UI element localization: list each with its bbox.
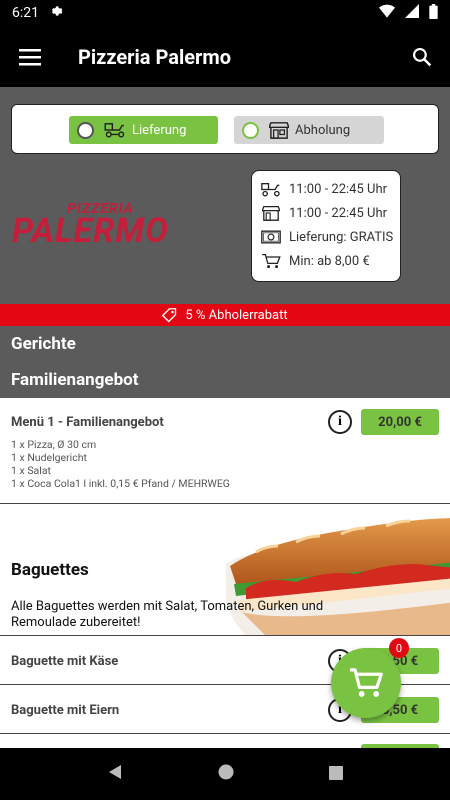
delivery-label: Lieferung (132, 122, 187, 138)
order-mode-toggle: Lieferung Abholung (11, 104, 439, 154)
pickup-label: Abholung (295, 122, 351, 138)
price-tag-icon (162, 307, 177, 323)
item-description: 1 x Pizza, Ø 30 cm 1 x Nudelgericht 1 x … (11, 438, 230, 490)
info-pickup-hours: 11:00 - 22:45 Uhr (260, 201, 400, 225)
section-family-offer[interactable]: Familienangebot (0, 362, 450, 398)
store-icon (260, 205, 282, 221)
discount-banner: 5 % Abholerrabatt (0, 304, 450, 326)
delivery-fee-text: Lieferung: GRATIS (289, 229, 394, 245)
menu-item-partial[interactable] (0, 734, 450, 748)
radio-delivery[interactable] (77, 121, 94, 139)
delivery-hours-text: 11:00 - 22:45 Uhr (289, 181, 388, 197)
restaurant-info-box: 11:00 - 22:45 Uhr 11:00 - 22:45 Uhr Lief… (251, 170, 401, 282)
hamburger-menu-icon[interactable] (0, 26, 60, 87)
cart-count-badge: 0 (389, 638, 409, 658)
store-icon (269, 121, 289, 139)
content-scroll[interactable]: Lieferung Abholung PIZZERIA PALERMO 11:0… (0, 87, 450, 748)
info-min-order: Min: ab 8,00 € (260, 249, 400, 273)
discount-text: 5 % Abholerrabatt (185, 307, 288, 323)
pickup-hours-text: 11:00 - 22:45 Uhr (289, 205, 388, 221)
money-icon (260, 230, 282, 244)
back-icon[interactable] (107, 764, 123, 784)
status-bar: 6:21 (0, 0, 450, 26)
shopping-cart-icon (350, 668, 383, 697)
home-icon[interactable] (218, 764, 234, 784)
delivery-scooter-icon (104, 122, 126, 138)
item-name: Baguette mit Käse (11, 654, 119, 669)
desc-line: 1 x Salat (11, 464, 51, 477)
menu-item-family-menu[interactable]: Menü 1 - Familienangebot i 20,00 € 1 x P… (0, 398, 450, 504)
pickup-mode-button[interactable]: Abholung (234, 116, 384, 144)
app-bar: Pizzeria Palermo (0, 26, 450, 87)
item-name: Baguette mit Eiern (11, 703, 120, 718)
logo-main-text: PALERMO (12, 211, 169, 251)
info-delivery-fee: Lieferung: GRATIS (260, 225, 400, 249)
cart-icon (260, 253, 282, 269)
cart-fab-button[interactable] (331, 648, 401, 718)
category-description: Alle Baguettes werden mit Salat, Tomaten… (11, 599, 324, 630)
delivery-mode-button[interactable]: Lieferung (69, 116, 218, 144)
desc-line: 1 x Coca Cola1 l inkl. 0,15 € Pfand / ME… (11, 477, 230, 490)
search-icon[interactable] (394, 26, 450, 87)
info-icon[interactable]: i (328, 410, 352, 434)
min-order-text: Min: ab 8,00 € (289, 253, 370, 269)
section-dishes: Gerichte (0, 326, 450, 362)
desc-line: 1 x Nudelgericht (11, 451, 87, 464)
item-name: Menü 1 - Familienangebot (11, 415, 164, 430)
app-title: Pizzeria Palermo (78, 44, 231, 69)
pizzeria-palermo-logo: PIZZERIA PALERMO (12, 201, 202, 251)
system-nav-bar (0, 748, 450, 800)
settings-icon (49, 4, 63, 22)
desc-line: 1 x Pizza, Ø 30 cm (11, 438, 97, 451)
wifi-icon (379, 4, 395, 22)
info-delivery-hours: 11:00 - 22:45 Uhr (260, 177, 400, 201)
restaurant-header: Lieferung Abholung PIZZERIA PALERMO 11:0… (0, 87, 450, 304)
baguettes-category[interactable]: Baguettes Alle Baguettes werden mit Sala… (0, 504, 450, 636)
delivery-scooter-icon (260, 182, 282, 197)
status-time: 6:21 (12, 5, 39, 21)
recents-icon[interactable] (328, 765, 343, 784)
signal-icon (405, 4, 419, 22)
radio-pickup[interactable] (242, 121, 259, 139)
battery-icon (429, 3, 438, 23)
price-button[interactable]: 20,00 € (361, 409, 439, 435)
category-title: Baguettes (11, 560, 89, 580)
